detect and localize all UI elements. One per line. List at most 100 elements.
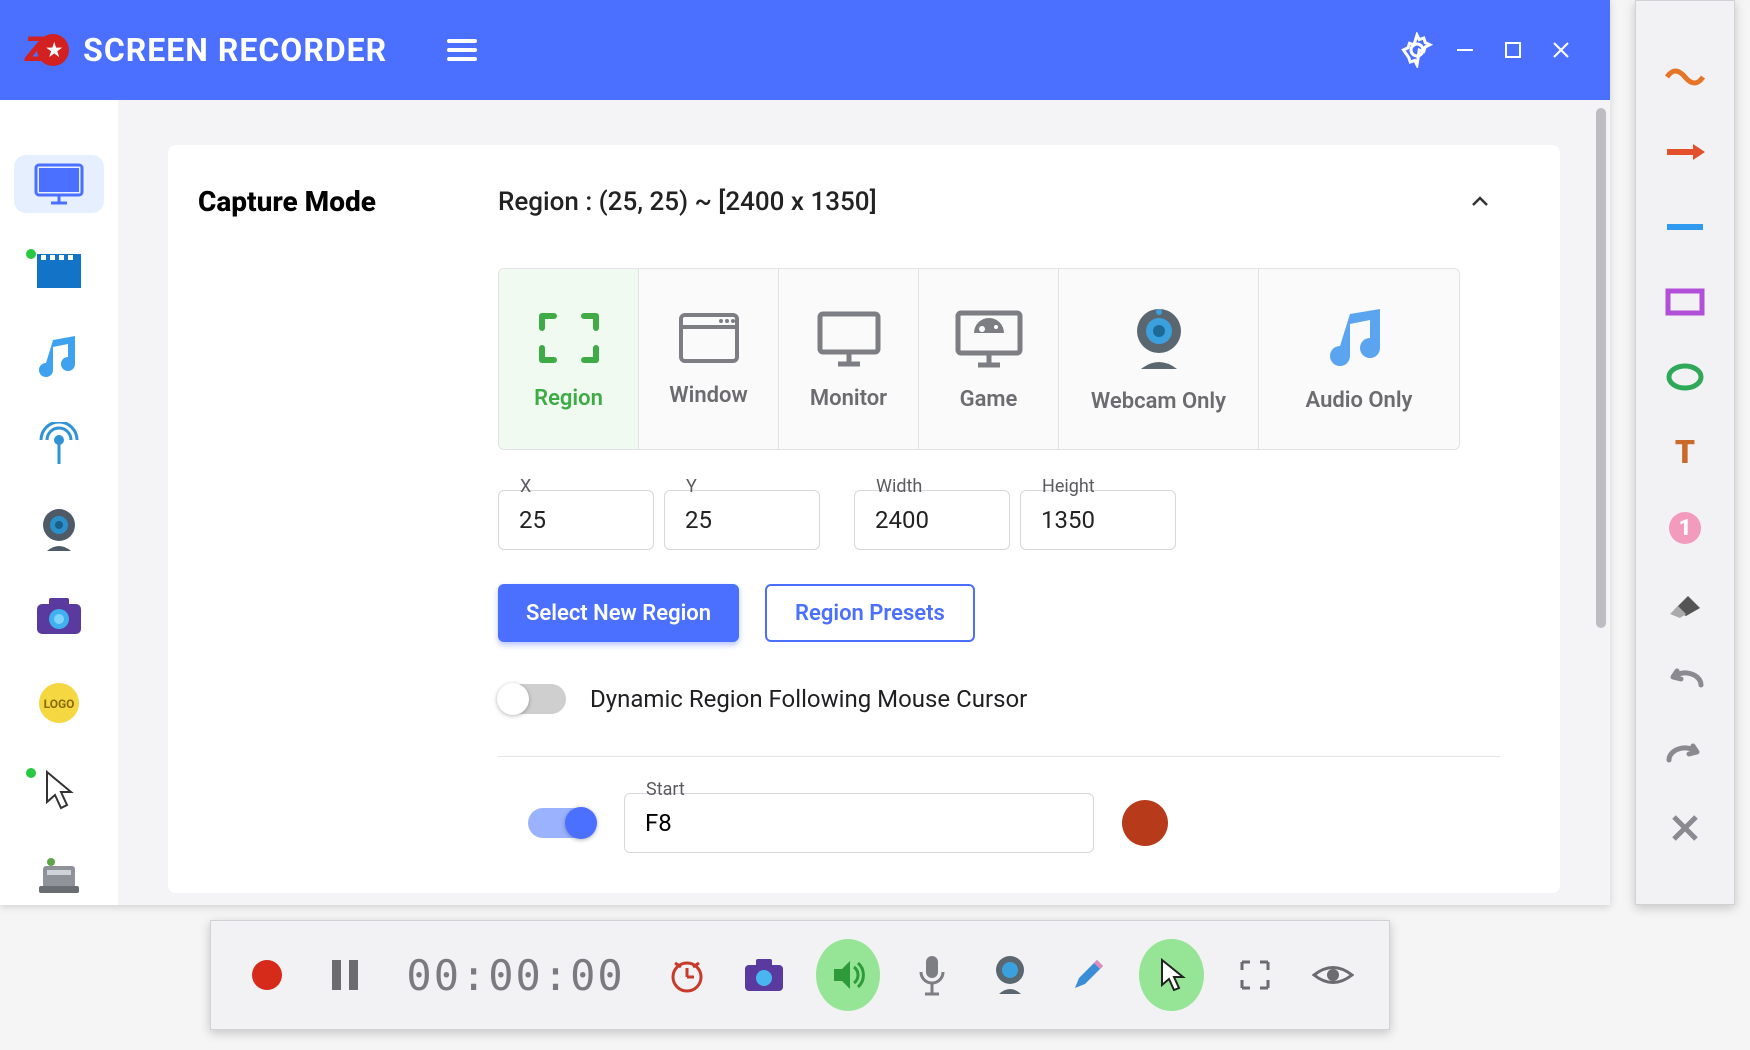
sidebar-item-device[interactable]: [14, 847, 104, 905]
cursor-icon: [41, 768, 77, 810]
schedule-button[interactable]: [661, 946, 713, 1004]
close-button[interactable]: [1537, 26, 1585, 74]
content-area: Capture Mode Region : (25, 25) ~ [2400 x…: [118, 100, 1610, 905]
cursor-active-button[interactable]: [1139, 939, 1203, 1011]
audio-active-button[interactable]: [816, 939, 880, 1011]
mode-window[interactable]: Window: [639, 269, 779, 449]
sidebar-item-cursor[interactable]: [14, 760, 104, 818]
collapse-toggle[interactable]: [1460, 190, 1500, 214]
body: LOGO Capture Mode Region : (25, 25) ~ [2…: [0, 100, 1610, 905]
x-input[interactable]: [498, 490, 654, 550]
y-label: Y: [686, 476, 697, 497]
recording-toolbar: 00:00:00: [210, 920, 1390, 1030]
tool-undo[interactable]: [1660, 661, 1710, 696]
y-input[interactable]: [664, 490, 820, 550]
sidebar-item-audio[interactable]: [14, 328, 104, 386]
sidebar-item-video[interactable]: [14, 241, 104, 299]
tool-rectangle[interactable]: [1660, 284, 1710, 319]
settings-gear-icon[interactable]: [1393, 26, 1441, 74]
sidebar: LOGO: [0, 100, 118, 905]
mode-label: Region: [534, 386, 603, 411]
tool-line[interactable]: [1660, 209, 1710, 244]
titlebar: Z★ SCREEN RECORDER: [0, 0, 1610, 100]
height-label: Height: [1042, 476, 1095, 497]
broadcast-icon: [37, 422, 81, 466]
tool-number[interactable]: 1: [1660, 510, 1710, 546]
menu-button[interactable]: [447, 34, 477, 66]
music-note-icon: [39, 334, 79, 380]
mic-button[interactable]: [906, 946, 958, 1004]
undo-icon: [1665, 665, 1705, 691]
fullscreen-icon: [1238, 958, 1272, 992]
mode-label: Window: [669, 383, 747, 408]
tool-freehand[interactable]: [1660, 59, 1710, 94]
close-icon: [1670, 813, 1700, 843]
eraser-icon: [1666, 588, 1704, 618]
hotkey-label: Start: [646, 779, 685, 800]
tool-close[interactable]: [1660, 811, 1710, 846]
tool-text[interactable]: T: [1660, 434, 1710, 469]
draw-button[interactable]: [1062, 946, 1114, 1004]
tool-arrow[interactable]: [1660, 134, 1710, 169]
drawing-toolbar: T 1: [1635, 0, 1735, 905]
width-label: Width: [876, 476, 922, 497]
hotkey-toggle[interactable]: [528, 808, 596, 838]
tool-eraser[interactable]: [1660, 586, 1710, 621]
mode-label: Webcam Only: [1091, 389, 1226, 414]
tool-ellipse[interactable]: [1660, 359, 1710, 394]
width-input[interactable]: [854, 490, 1010, 550]
mode-webcam-only[interactable]: Webcam Only: [1059, 269, 1259, 449]
rectangle-icon: [1665, 288, 1705, 316]
monitor-icon: [34, 163, 84, 205]
mode-selector: Region Window Monitor Game: [498, 268, 1460, 450]
logo: Z★: [25, 30, 69, 70]
logo-coin-icon: LOGO: [37, 681, 81, 725]
mode-region[interactable]: Region: [499, 269, 639, 449]
hotkey-input[interactable]: [624, 793, 1094, 853]
svg-text:1: 1: [1679, 516, 1692, 541]
mode-label: Monitor: [810, 386, 887, 411]
scrollbar[interactable]: [1596, 108, 1606, 628]
record-button[interactable]: [241, 946, 293, 1004]
ellipse-icon: [1665, 362, 1705, 392]
timer-display: 00:00:00: [396, 951, 634, 1000]
preview-button[interactable]: [1307, 946, 1359, 1004]
redo-icon: [1665, 740, 1705, 766]
webcam-icon: [1127, 305, 1191, 371]
cursor-icon: [1157, 957, 1187, 993]
svg-text:T: T: [1675, 435, 1695, 469]
mode-monitor[interactable]: Monitor: [779, 269, 919, 449]
sidebar-item-stream[interactable]: [14, 414, 104, 472]
line-icon: [1665, 223, 1705, 231]
sidebar-item-screen[interactable]: [14, 155, 104, 213]
camera-icon: [35, 596, 83, 636]
mode-game[interactable]: Game: [919, 269, 1059, 449]
screenshot-button[interactable]: [738, 946, 790, 1004]
tool-redo[interactable]: [1660, 736, 1710, 771]
sidebar-item-screenshot[interactable]: [14, 587, 104, 645]
height-input[interactable]: [1020, 490, 1176, 550]
maximize-button[interactable]: [1489, 26, 1537, 74]
alarm-clock-icon: [667, 955, 707, 995]
sidebar-item-logo[interactable]: LOGO: [14, 674, 104, 732]
pause-button[interactable]: [319, 946, 371, 1004]
section-title: Capture Mode: [198, 185, 498, 218]
region-icon: [534, 308, 604, 368]
text-icon: T: [1668, 435, 1702, 469]
minimize-button[interactable]: [1441, 26, 1489, 74]
capture-card: Capture Mode Region : (25, 25) ~ [2400 x…: [168, 145, 1560, 893]
number-badge-icon: 1: [1667, 510, 1703, 546]
capture-summary: Region : (25, 25) ~ [2400 x 1350]: [498, 187, 1460, 217]
wave-icon: [1665, 65, 1705, 89]
dynamic-region-label: Dynamic Region Following Mouse Cursor: [590, 685, 1027, 713]
webcam-icon: [990, 954, 1030, 996]
webcam-button[interactable]: [984, 946, 1036, 1004]
fullscreen-button[interactable]: [1230, 946, 1282, 1004]
mode-label: Audio Only: [1306, 388, 1413, 413]
select-region-button[interactable]: Select New Region: [498, 584, 739, 642]
region-presets-button[interactable]: Region Presets: [765, 584, 975, 642]
record-hotkey-button[interactable]: [1122, 800, 1168, 846]
sidebar-item-webcam[interactable]: [14, 501, 104, 559]
dynamic-region-toggle[interactable]: [498, 684, 566, 714]
mode-audio-only[interactable]: Audio Only: [1259, 269, 1459, 449]
